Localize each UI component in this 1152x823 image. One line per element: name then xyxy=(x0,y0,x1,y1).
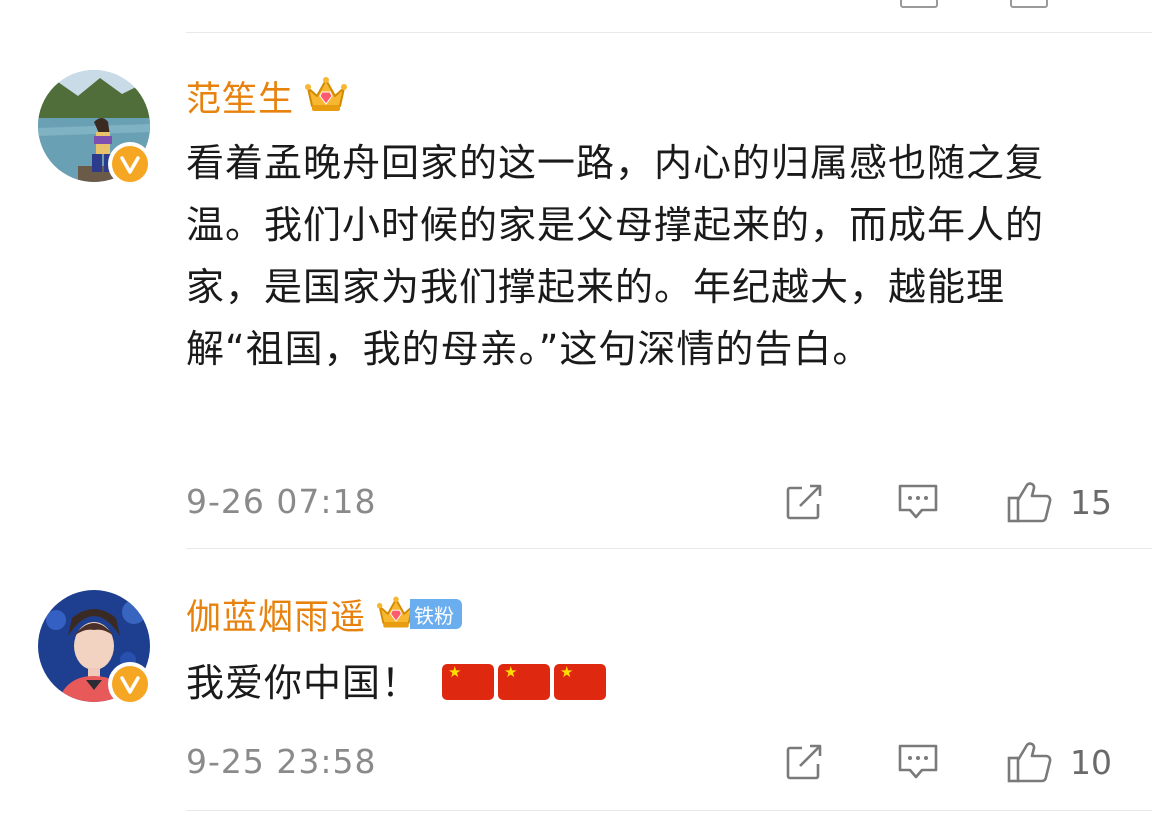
comment-text: 我爱你中国！ xyxy=(186,652,1096,714)
like-icon xyxy=(1007,482,1052,523)
comment-text-content: 我爱你中国！ xyxy=(186,661,421,705)
china-flag-emoji xyxy=(442,664,495,700)
fan-badge: 铁粉 xyxy=(410,599,463,629)
repost-icon xyxy=(786,744,822,780)
previous-action-icon xyxy=(900,0,938,8)
like-button[interactable]: 15 xyxy=(1006,482,1112,523)
like-count: 15 xyxy=(1070,482,1112,522)
username[interactable]: 范笙生 xyxy=(186,71,294,122)
china-flag-emoji xyxy=(498,664,551,700)
like-icon xyxy=(1007,742,1052,783)
comment-text: 看着孟晚舟回家的这一路，内心的归属感也随之复温。我们小时候的家是父母撑起来的，而… xyxy=(186,141,1045,371)
previous-action-icon xyxy=(1010,0,1048,8)
comment-time: 9-26 07:18 xyxy=(186,482,377,521)
name-row: 范笙生 xyxy=(186,72,348,120)
divider xyxy=(186,810,1152,811)
comment-meta: 9-25 23:58 10 xyxy=(186,742,1116,783)
previous-comment-actions xyxy=(900,0,1048,8)
repost-icon xyxy=(786,484,822,520)
comment-icon xyxy=(898,484,938,519)
china-flag-emoji xyxy=(554,664,607,700)
comment-button[interactable] xyxy=(896,482,940,522)
username[interactable]: 伽蓝烟雨遥 xyxy=(186,589,366,640)
verified-badge-icon xyxy=(108,662,152,706)
comment-icon xyxy=(898,744,938,779)
divider xyxy=(186,32,1152,33)
repost-button[interactable] xyxy=(784,742,824,782)
like-button[interactable]: 10 xyxy=(1006,742,1112,783)
divider xyxy=(186,548,1152,549)
comment-time: 9-25 23:58 xyxy=(186,742,377,781)
crown-vip-icon xyxy=(304,74,348,118)
like-count: 10 xyxy=(1070,742,1112,782)
name-row: 伽蓝烟雨遥 铁粉 xyxy=(186,589,463,640)
comment-meta: 9-26 07:18 15 xyxy=(186,482,1116,523)
verified-badge-icon xyxy=(108,142,152,186)
repost-button[interactable] xyxy=(784,482,824,522)
comment-button[interactable] xyxy=(896,742,940,782)
